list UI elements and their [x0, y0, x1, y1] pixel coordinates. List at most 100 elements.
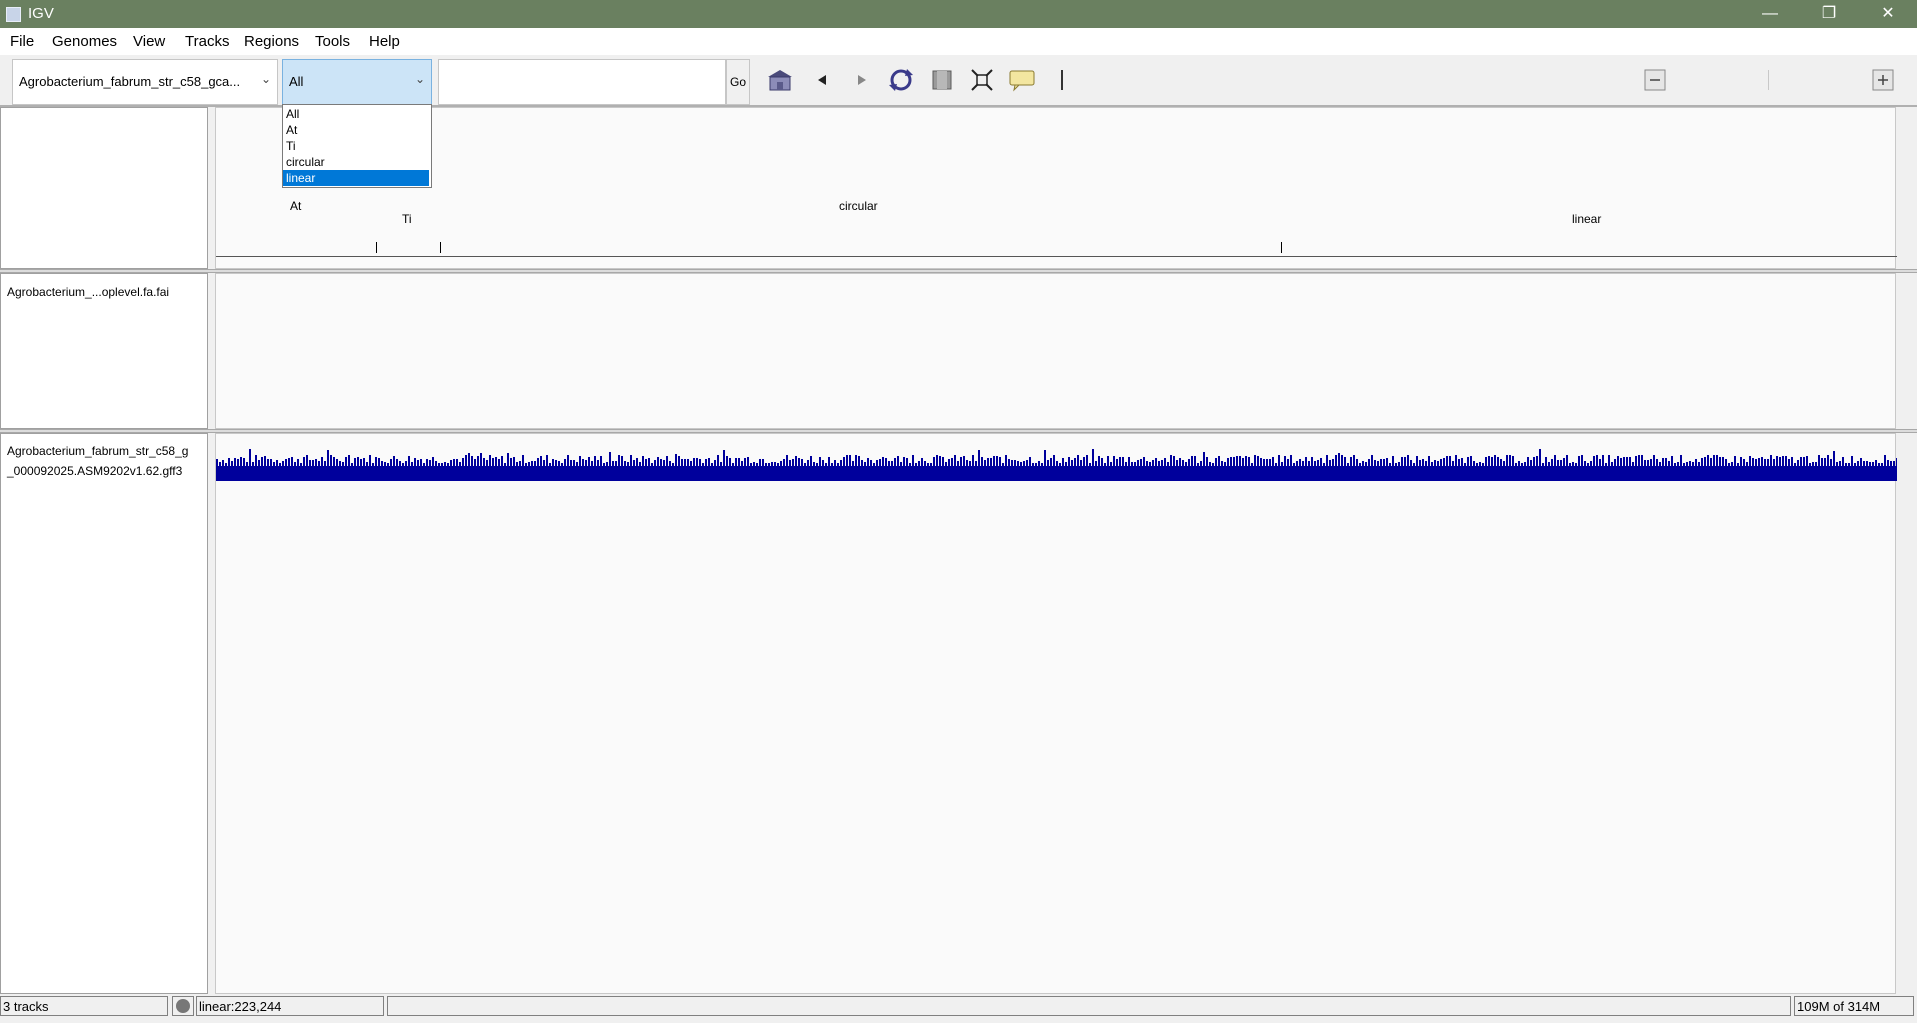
menu-tracks[interactable]: Tracks [185, 33, 229, 50]
feature-bar [1704, 457, 1706, 466]
sequence-scrollbar[interactable] [1897, 273, 1917, 429]
feature-bar [642, 456, 644, 466]
feature-bar [1137, 460, 1139, 466]
resize-icon[interactable] [968, 67, 996, 93]
feature-bar [1047, 460, 1049, 466]
home-icon[interactable] [766, 67, 794, 93]
feature-density-track[interactable] [216, 434, 1897, 484]
feature-bar [1491, 457, 1493, 466]
roi-icon[interactable] [928, 67, 956, 93]
menu-file[interactable]: File [10, 33, 34, 50]
feature-bar [606, 462, 608, 466]
feature-bar [444, 462, 446, 466]
feature-bar [1407, 455, 1409, 466]
chromosome-selector[interactable]: All ⌄ [282, 59, 432, 105]
feature-bar [453, 459, 455, 466]
menu-tools[interactable]: Tools [315, 33, 350, 50]
feature-bar [681, 459, 683, 466]
feature-scrollbar[interactable] [1897, 433, 1917, 994]
feature-bar [315, 459, 317, 466]
menu-genomes[interactable]: Genomes [52, 33, 117, 50]
ideogram-panel[interactable]: At Ti circular linear [215, 107, 1897, 269]
chrom-boundary-tick [1281, 242, 1282, 253]
header-scrollbar[interactable] [1897, 107, 1917, 269]
feature-bar [1290, 455, 1292, 466]
feature-bar [690, 461, 692, 466]
feature-bar [1653, 455, 1655, 466]
feature-bar [1476, 463, 1478, 466]
feature-bar [705, 459, 707, 466]
zoom-out-icon[interactable] [1641, 67, 1669, 93]
close-button[interactable]: ✕ [1859, 0, 1917, 28]
chrom-label-linear[interactable]: linear [1572, 212, 1601, 226]
menu-regions[interactable]: Regions [244, 33, 299, 50]
locus-search-input[interactable] [438, 59, 726, 105]
feature-bar [1314, 461, 1316, 466]
dropdown-option-circular[interactable]: circular [283, 154, 429, 170]
track-name-gff3-line2[interactable]: _000092025.ASM9202v1.62.gff3 [7, 461, 182, 481]
feature-bar [300, 463, 302, 466]
feature-bar [1614, 459, 1616, 466]
feature-bar [1473, 461, 1475, 466]
feature-bar [747, 457, 749, 466]
feature-bar [255, 455, 257, 466]
feature-bar [1056, 461, 1058, 466]
forward-icon[interactable] [848, 67, 876, 93]
feature-bar [1275, 463, 1277, 466]
refresh-icon[interactable] [887, 67, 915, 93]
sequence-data-panel[interactable] [215, 273, 1896, 429]
feature-bar [312, 460, 314, 466]
feature-bar [1677, 462, 1679, 466]
dropdown-option-ti[interactable]: Ti [283, 138, 429, 154]
feature-bar [1023, 461, 1025, 466]
ruler-icon[interactable] [1048, 67, 1076, 93]
feature-bar [897, 456, 899, 466]
popup-info-icon[interactable] [1008, 67, 1036, 93]
feature-bar [1410, 460, 1412, 466]
feature-bar [1758, 458, 1760, 466]
feature-bar [1254, 455, 1256, 466]
feature-bar [1599, 459, 1601, 466]
feature-bar [543, 460, 545, 466]
feature-bar [1863, 461, 1865, 466]
restore-button[interactable]: ❐ [1800, 0, 1858, 28]
feature-bar [1143, 457, 1145, 466]
feature-bar [570, 460, 572, 466]
feature-bar [1002, 463, 1004, 466]
feature-bar [1230, 457, 1232, 466]
zoom-in-icon[interactable] [1869, 67, 1897, 93]
chrom-label-circular[interactable]: circular [839, 199, 878, 213]
go-button[interactable]: Go [726, 59, 750, 105]
feature-bar [1185, 462, 1187, 466]
feature-data-panel[interactable] [215, 433, 1897, 994]
feature-bar [1494, 455, 1496, 466]
genome-selector[interactable]: Agrobacterium_fabrum_str_c58_gca... ⌄ [12, 59, 278, 105]
feature-bar [1404, 457, 1406, 466]
chrom-label-at[interactable]: At [290, 199, 301, 213]
minimize-button[interactable]: — [1741, 0, 1799, 28]
menu-help[interactable]: Help [369, 33, 400, 50]
feature-bar [282, 461, 284, 466]
feature-bar [336, 459, 338, 466]
feature-bar [909, 463, 911, 466]
feature-bar [789, 460, 791, 466]
menu-view[interactable]: View [133, 33, 165, 50]
dropdown-option-all[interactable]: All [283, 106, 429, 122]
chrom-label-ti[interactable]: Ti [402, 212, 412, 226]
feature-bar [378, 458, 380, 466]
feature-bar [1500, 459, 1502, 466]
dropdown-option-linear[interactable]: linear [283, 170, 429, 186]
dropdown-option-at[interactable]: At [283, 122, 429, 138]
feature-bar [1332, 459, 1334, 466]
feature-bar [234, 458, 236, 466]
chromosome-dropdown-list: All At Ti circular linear [282, 104, 432, 188]
feature-bar [1551, 459, 1553, 466]
track-name-fasta[interactable]: Agrobacterium_...oplevel.fa.fai [7, 282, 169, 302]
feature-bar [1794, 463, 1796, 466]
feature-bar [1014, 460, 1016, 466]
track-name-gff3-line1[interactable]: Agrobacterium_fabrum_str_c58_g [7, 441, 188, 461]
back-icon[interactable] [808, 67, 836, 93]
feature-bar [1779, 457, 1781, 466]
feature-bar [768, 463, 770, 466]
feature-bar [1323, 463, 1325, 466]
